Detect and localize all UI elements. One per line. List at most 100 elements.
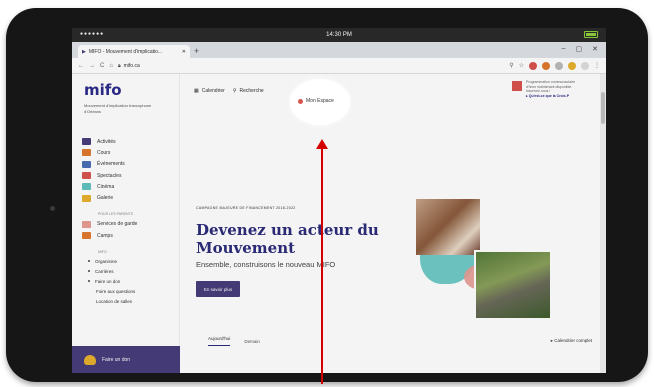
profile-avatar[interactable] bbox=[581, 61, 589, 70]
reload-icon[interactable]: C bbox=[100, 63, 104, 69]
menu-kebab-icon[interactable]: ⋮ bbox=[594, 62, 600, 69]
sidebar-item-galerie[interactable]: Galerie bbox=[82, 192, 178, 203]
window-controls: – ▢ ✕ bbox=[562, 45, 598, 53]
sidebar-item-label: Camps bbox=[97, 232, 113, 239]
nav-label: Recherche bbox=[239, 88, 264, 94]
url-field[interactable]: 🔒︎ mifo.ca bbox=[118, 63, 504, 69]
sidebar-item-label: Faire un don bbox=[95, 278, 121, 284]
sidebar-item-label: Organisme bbox=[95, 258, 118, 264]
sidebar-item-cours[interactable]: Cours bbox=[82, 147, 178, 158]
sidebar: mifo Mouvement d'implication francophone… bbox=[72, 74, 180, 373]
bullet-icon bbox=[88, 260, 90, 263]
nav-recherche[interactable]: ⚲ Recherche bbox=[233, 88, 264, 94]
browser-tab[interactable]: ▶ MIFO - Mouvement d'implicatio... ✕ bbox=[78, 45, 190, 58]
hand-heart-icon bbox=[84, 354, 96, 365]
bullet-icon bbox=[88, 280, 90, 283]
logo-subtitle: Mouvement d'implication francophone d'Or… bbox=[84, 103, 152, 114]
sidebar-item-camps[interactable]: Camps bbox=[82, 230, 178, 241]
mifo-logo[interactable]: mifo bbox=[84, 81, 122, 99]
sidebar-menu: Activités Cours Événements Spectacles Ci… bbox=[82, 136, 178, 306]
hero-tagline: Ensemble, construisons le nouveau MIFO bbox=[196, 260, 336, 269]
address-bar: ← → C ⌂ 🔒︎ mifo.ca ⚲ ☆ ⋮ bbox=[72, 58, 606, 74]
sidebar-item-label: Location de salles bbox=[96, 298, 133, 304]
sidebar-item-location-de-salles[interactable]: Location de salles bbox=[82, 296, 178, 306]
sidebar-item-label: Carrières bbox=[95, 268, 114, 274]
status-bar: ●●●●●● 14:30 PM bbox=[72, 28, 606, 42]
bullet-icon bbox=[88, 270, 90, 273]
sidebar-item-spectacles[interactable]: Spectacles bbox=[82, 170, 178, 181]
sidebar-group-heading: POUR LES PARENTS bbox=[98, 212, 133, 217]
top-nav: ▦ Calendrier ⚲ Recherche bbox=[194, 88, 264, 94]
promo-banner[interactable]: Programmation communautaire d'hiver main… bbox=[526, 80, 584, 98]
activities-icon bbox=[82, 138, 91, 146]
scrollbar[interactable] bbox=[600, 74, 606, 373]
back-icon[interactable]: ← bbox=[78, 63, 84, 69]
sidebar-item-label: Services de garde bbox=[97, 221, 138, 228]
sidebar-item-services-de-garde[interactable]: Services de garde bbox=[82, 219, 178, 230]
nav-label: Calendrier bbox=[201, 88, 225, 94]
sidebar-item-label: Spectacles bbox=[97, 172, 122, 179]
courses-icon bbox=[82, 149, 91, 157]
scrollbar-thumb[interactable] bbox=[601, 92, 605, 124]
tab-close-icon[interactable]: ✕ bbox=[182, 49, 186, 55]
hero-title: Devenez un acteur du Mouvement bbox=[196, 221, 379, 257]
clock: 14:30 PM bbox=[326, 32, 352, 38]
sidebar-item-label: Cinéma bbox=[97, 183, 115, 190]
search-icon[interactable]: ⚲ bbox=[509, 62, 513, 69]
browser-tab-bar: ▶ MIFO - Mouvement d'implicatio... ✕ + –… bbox=[72, 42, 606, 58]
sidebar-item-label: Galerie bbox=[97, 195, 114, 202]
extension-icon[interactable] bbox=[542, 61, 550, 70]
campaign-label: CAMPAGNE MAJEURE DE FINANCEMENT 2018-202… bbox=[196, 206, 296, 210]
hero-photo-aerial bbox=[474, 250, 552, 320]
events-icon bbox=[82, 160, 91, 168]
tablet-screen: ●●●●●● 14:30 PM ▶ MIFO - Mouvement d'imp… bbox=[72, 28, 606, 373]
extension-icon[interactable] bbox=[529, 61, 537, 70]
sidebar-item-activites[interactable]: Activités bbox=[82, 136, 178, 147]
maximize-button[interactable]: ▢ bbox=[576, 45, 583, 53]
home-icon[interactable]: ⌂ bbox=[109, 63, 113, 69]
battery-icon bbox=[584, 31, 598, 38]
tab-aujourdhui[interactable]: Aujourd'hui bbox=[208, 336, 231, 346]
camera-icon bbox=[50, 206, 55, 211]
extension-icon[interactable] bbox=[555, 61, 563, 70]
sidebar-item-label: Foire aux questions bbox=[96, 288, 136, 294]
sidebar-item-cinema[interactable]: Cinéma bbox=[82, 181, 178, 192]
sidebar-item-label: Cours bbox=[97, 149, 111, 156]
donate-label: Faire un don bbox=[102, 356, 131, 363]
annotation-arrow bbox=[321, 148, 323, 384]
lock-icon: 🔒︎ bbox=[117, 62, 121, 69]
nav-calendrier[interactable]: ▦ Calendrier bbox=[194, 88, 225, 94]
sidebar-item-faire-un-don[interactable]: Faire un don bbox=[82, 276, 178, 286]
gallery-icon bbox=[82, 194, 91, 202]
close-window-button[interactable]: ✕ bbox=[592, 45, 598, 53]
user-icon bbox=[298, 98, 303, 104]
learn-more-button[interactable]: En savoir plus bbox=[196, 281, 240, 297]
sidebar-item-label: Événements bbox=[97, 161, 125, 168]
favicon-icon: ▶ bbox=[82, 48, 86, 55]
camps-icon bbox=[82, 232, 91, 240]
sidebar-item-carrieres[interactable]: Carrières bbox=[82, 266, 178, 276]
donate-button[interactable]: Faire un don bbox=[72, 346, 180, 373]
main-content: ▦ Calendrier ⚲ Recherche Programmation com… bbox=[180, 74, 606, 373]
tab-demain[interactable]: Demain bbox=[244, 339, 260, 344]
nav-label: Mon Espace bbox=[306, 98, 334, 104]
forward-icon[interactable]: → bbox=[89, 63, 95, 69]
search-icon: ⚲ bbox=[232, 88, 237, 94]
calendar-icon: ▦ bbox=[194, 88, 199, 94]
events-tabs: Aujourd'hui Demain ▸ Calendrier complet bbox=[208, 336, 592, 346]
url-text: mifo.ca bbox=[123, 62, 140, 69]
signal-icon: ●●●●●● bbox=[80, 31, 105, 37]
bookmark-star-icon[interactable]: ☆ bbox=[519, 62, 524, 69]
new-tab-button[interactable]: + bbox=[194, 46, 199, 56]
sidebar-item-faq[interactable]: Foire aux questions bbox=[82, 286, 178, 296]
hero-photo-people bbox=[416, 199, 480, 255]
sidebar-item-organisme[interactable]: Organisme bbox=[82, 256, 178, 266]
stage: ●●●●●● 14:30 PM ▶ MIFO - Mouvement d'imp… bbox=[0, 0, 654, 387]
extension-icon[interactable] bbox=[568, 61, 576, 70]
minimize-button[interactable]: – bbox=[562, 45, 566, 53]
full-calendar-link[interactable]: ▸ Calendrier complet bbox=[551, 338, 592, 344]
nav-mon-espace[interactable]: Mon Espace bbox=[298, 98, 334, 104]
promo-text: Programmation communautaire d'hiver main… bbox=[526, 80, 576, 93]
promo-link[interactable]: ▸ Qu'est-ce que la Croix-P bbox=[526, 94, 584, 99]
sidebar-item-evenements[interactable]: Événements bbox=[82, 159, 178, 170]
